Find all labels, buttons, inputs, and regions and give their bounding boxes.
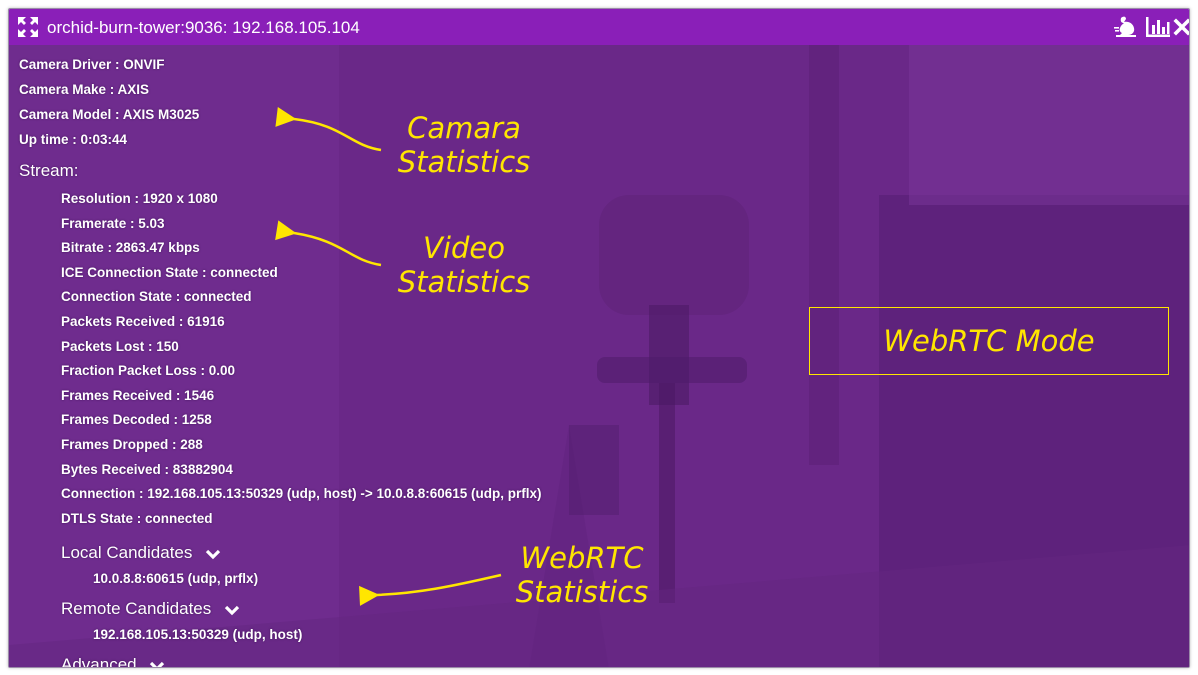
webrtc-annotation-line1: WebRTC: [520, 541, 644, 575]
video-tile[interactable]: orchid-burn-tower:9036: 192.168.105.104: [8, 8, 1190, 668]
camera-stats-annotation: Camara Statistics: [389, 111, 539, 179]
video-annotation-arrow: [275, 220, 382, 267]
video-stats-annotation: Video Statistics: [389, 231, 539, 299]
camera-annotation-line1: Camara: [407, 111, 521, 145]
webrtc-annotation-arrow: [359, 573, 502, 606]
camera-annotation-line2: Statistics: [397, 145, 531, 179]
video-annotation-line2: Statistics: [397, 265, 531, 299]
camera-annotation-arrow: [275, 106, 382, 152]
video-feed[interactable]: Camera Driver : ONVIF Camera Make : AXIS…: [9, 45, 1189, 667]
tile-title: orchid-burn-tower:9036: 192.168.105.104: [47, 18, 360, 37]
stats-chart-icon[interactable]: [1145, 15, 1171, 39]
expand-icon[interactable]: [17, 16, 39, 38]
video-annotation-line1: Video: [423, 231, 505, 265]
webrtc-annotation-line2: Statistics: [515, 575, 649, 609]
webrtc-mode-label: WebRTC Mode: [809, 307, 1169, 375]
rabbit-speed-icon[interactable]: [1113, 15, 1139, 39]
tile-titlebar: orchid-burn-tower:9036: 192.168.105.104: [9, 9, 1189, 45]
close-icon[interactable]: [1173, 18, 1190, 36]
webrtc-stats-annotation: WebRTC Statistics: [507, 541, 657, 609]
